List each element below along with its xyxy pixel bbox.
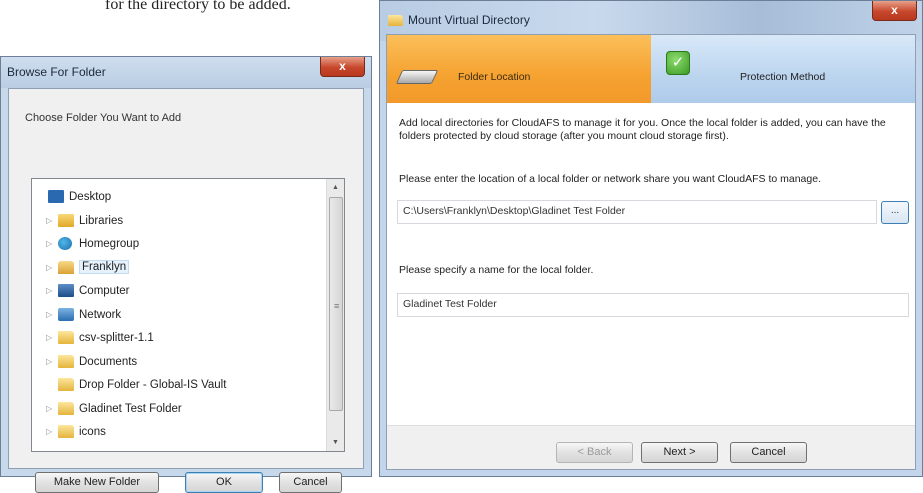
expand-arrow-icon[interactable]: ▷: [46, 239, 52, 248]
folder-tree-item[interactable]: ▷ Computer: [32, 280, 327, 304]
folder-tree[interactable]: Desktop ▷ Libraries ▷ Homegroup ▷ Franklyn ▷ Com…: [31, 178, 345, 452]
next-button[interactable]: Next >: [641, 442, 718, 463]
ok-button[interactable]: OK: [185, 472, 263, 493]
user-folder-icon: [58, 260, 74, 274]
browse-location-button[interactable]: ...: [881, 201, 909, 224]
folder-tree-item[interactable]: ▷ Homegroup: [32, 233, 327, 257]
folder-tree-item-label: Drop Folder - Global-IS Vault: [79, 379, 227, 391]
expand-arrow-icon[interactable]: ▷: [46, 427, 52, 436]
folder-tree-item-label: Documents: [79, 355, 138, 368]
browse-dialog-titlebar[interactable]: Browse For Folder x: [1, 57, 371, 88]
expand-arrow-icon[interactable]: ▷: [46, 286, 52, 295]
mount-description: Add local directories for CloudAFS to ma…: [399, 117, 886, 142]
folder-app-icon: [388, 15, 403, 26]
expand-arrow-icon[interactable]: ▷: [46, 357, 52, 366]
folder-tree-item-label: Computer: [79, 285, 130, 297]
folder-tree-item[interactable]: ▷ Libraries: [32, 210, 327, 234]
scroll-up-arrow-icon[interactable]: ▲: [327, 179, 344, 196]
folder-tree-item-label: Desktop: [69, 191, 112, 203]
folder-tree-item-label: icons: [79, 426, 106, 438]
computer-icon: [58, 284, 74, 297]
homegroup-icon: [58, 237, 72, 250]
folder-tree-item-label: Gladinet Test Folder: [79, 402, 182, 415]
folder-tree-item[interactable]: ▷ Network: [32, 304, 327, 328]
browse-instruction: Choose Folder You Want to Add: [25, 112, 182, 124]
expand-arrow-icon[interactable]: ▷: [46, 216, 52, 225]
name-prompt: Please specify a name for the local fold…: [399, 264, 594, 276]
mount-virtual-directory-dialog: Mount Virtual Directory x Folder Locatio…: [379, 0, 923, 477]
folder-tree-item[interactable]: Desktop: [32, 186, 327, 210]
libraries-icon: [58, 213, 74, 227]
mount-dialog-footer: < Back Next > Cancel: [387, 425, 915, 469]
folder-tree-item[interactable]: ▷ Documents: [32, 351, 327, 375]
grip-icon: ≡: [334, 301, 340, 311]
folder-name-input[interactable]: Gladinet Test Folder: [397, 293, 909, 317]
folder-icon: [58, 425, 74, 438]
desktop-icon: [48, 190, 64, 203]
folder-tree-item-label: Network: [79, 308, 122, 321]
step-folder-location-label: Folder Location: [458, 71, 531, 83]
mount-close-button[interactable]: x: [872, 1, 917, 21]
browse-for-folder-dialog: Browse For Folder x Choose Folder You Wa…: [0, 56, 372, 493]
folder-icon: [58, 331, 74, 344]
tree-scrollbar[interactable]: ▲ ≡ ▼: [326, 179, 344, 451]
expand-arrow-icon[interactable]: ▷: [46, 404, 52, 413]
folder-tree-item[interactable]: Drop Folder - Global-IS Vault: [32, 374, 327, 398]
network-icon: [58, 307, 74, 321]
mount-cancel-button[interactable]: Cancel: [730, 442, 807, 463]
back-button[interactable]: < Back: [556, 442, 633, 463]
step-folder-location: Folder Location: [387, 35, 651, 103]
browse-close-button[interactable]: x: [320, 57, 365, 77]
folder-tree-item[interactable]: ▷ icons: [32, 421, 327, 445]
folder-location-input[interactable]: C:\Users\Franklyn\Desktop\Gladinet Test …: [397, 200, 877, 224]
folder-icon: [58, 378, 74, 391]
mount-dialog-title: Mount Virtual Directory: [408, 13, 530, 27]
folder-icon: [58, 354, 74, 368]
folder-tree-item[interactable]: ▷ csv-splitter-1.1: [32, 327, 327, 351]
folder-tree-item-label: Libraries: [79, 214, 124, 227]
folder-icon: [58, 401, 74, 415]
expand-arrow-icon[interactable]: ▷: [46, 310, 52, 319]
browse-dialog-title: Browse For Folder: [7, 65, 106, 79]
checkmark-shield-icon: ✓: [666, 51, 690, 75]
step-protection-method: ✓ Protection Method: [651, 35, 915, 103]
step-protection-method-label: Protection Method: [740, 71, 826, 83]
folder-tree-item-label: Homegroup: [79, 238, 140, 250]
scroll-down-arrow-icon[interactable]: ▼: [327, 434, 344, 451]
folder-tree-item-label: Franklyn: [79, 259, 130, 274]
browse-dialog-body: Choose Folder You Want to Add Desktop ▷ Li…: [8, 88, 364, 493]
document-caption: for the directory to be added.: [105, 0, 291, 13]
make-new-folder-button[interactable]: Make New Folder: [35, 472, 159, 493]
scroll-thumb[interactable]: ≡: [329, 197, 343, 411]
browse-cancel-button[interactable]: Cancel: [279, 472, 342, 493]
drive-icon: [395, 70, 439, 84]
folder-tree-list: Desktop ▷ Libraries ▷ Homegroup ▷ Franklyn ▷ Com…: [32, 186, 327, 445]
folder-tree-item[interactable]: ▷ Gladinet Test Folder: [32, 398, 327, 422]
mount-dialog-body: Folder Location ✓ Protection Method Add …: [386, 34, 916, 470]
expand-arrow-icon[interactable]: ▷: [46, 263, 52, 272]
folder-tree-item-label: csv-splitter-1.1: [79, 332, 154, 344]
folder-tree-item[interactable]: ▷ Franklyn: [32, 257, 327, 281]
expand-arrow-icon[interactable]: ▷: [46, 333, 52, 342]
location-prompt: Please enter the location of a local fol…: [399, 173, 821, 185]
